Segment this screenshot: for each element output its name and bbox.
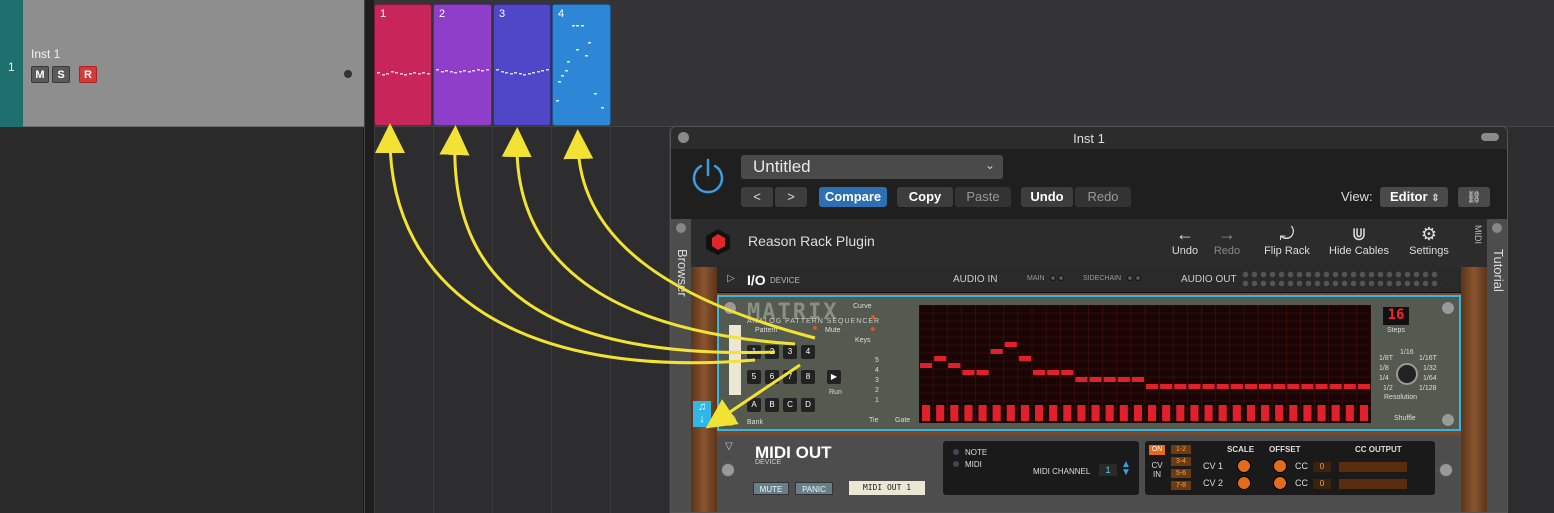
annotation-arrows xyxy=(375,123,816,429)
arrow-to-clip-4 xyxy=(563,129,816,340)
arrow-to-clip-2 xyxy=(439,125,776,355)
arrow-to-clip-1 xyxy=(375,123,756,365)
arrow-to-clip-3 xyxy=(501,127,796,346)
arrow-to-midi-drop xyxy=(705,363,801,429)
